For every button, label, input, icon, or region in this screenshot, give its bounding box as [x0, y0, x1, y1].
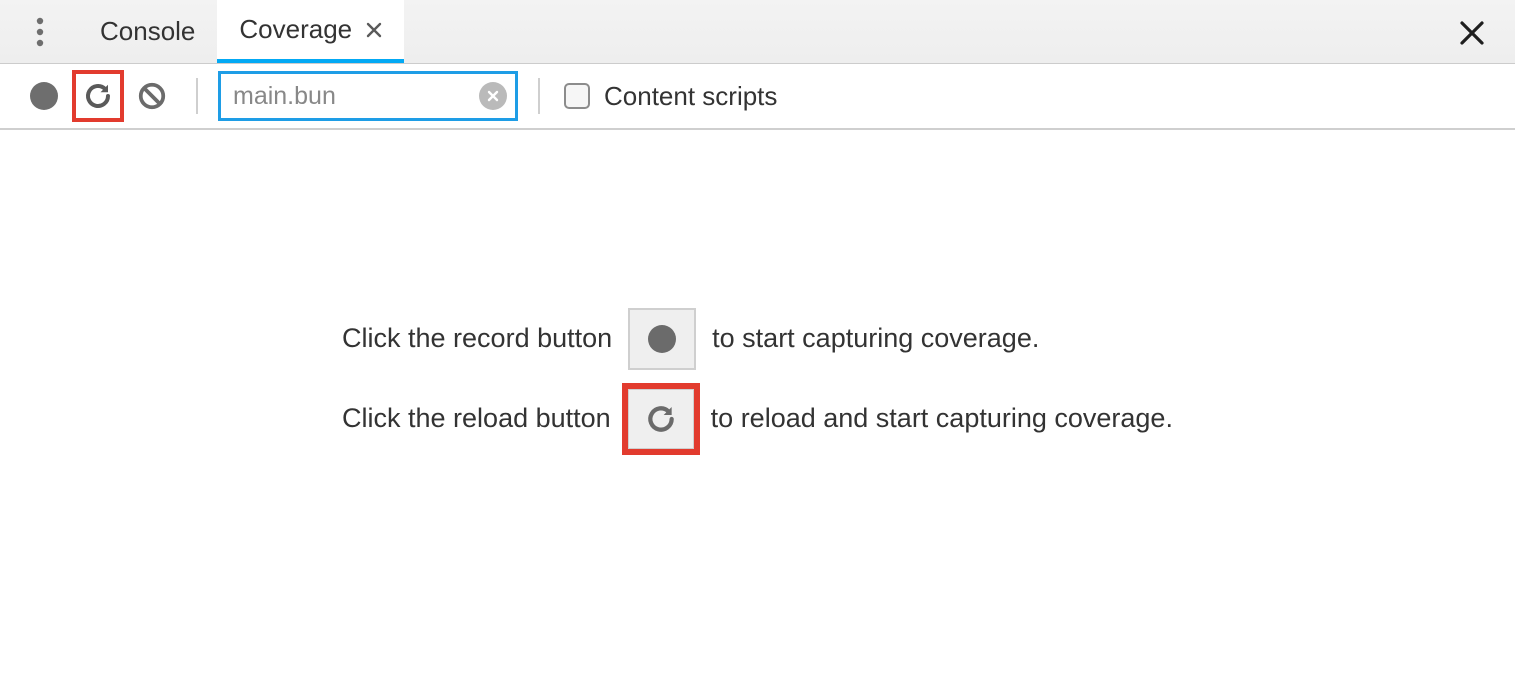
reload-icon	[645, 403, 677, 435]
toolbar-divider	[196, 78, 198, 114]
hint-text: to start capturing coverage.	[712, 320, 1039, 358]
kebab-icon	[36, 17, 44, 47]
hint-text: Click the record button	[342, 320, 612, 358]
coverage-empty-state: Click the record button to start capturi…	[0, 130, 1515, 687]
coverage-hints: Click the record button to start capturi…	[342, 290, 1173, 468]
hint-record-button[interactable]	[628, 308, 696, 370]
hint-text: to reload and start capturing coverage.	[711, 400, 1173, 438]
hint-reload-button[interactable]	[627, 388, 695, 450]
hint-text: Click the reload button	[342, 400, 611, 438]
content-scripts-checkbox[interactable]	[564, 83, 590, 109]
record-icon	[30, 82, 58, 110]
clear-filter-button[interactable]	[479, 82, 507, 110]
close-icon	[366, 22, 382, 38]
record-button[interactable]	[20, 72, 68, 120]
more-tabs-button[interactable]	[20, 12, 60, 52]
content-scripts-label: Content scripts	[604, 81, 777, 112]
reload-icon	[83, 81, 113, 111]
tab-label: Coverage	[239, 14, 352, 45]
content-scripts-option: Content scripts	[564, 81, 777, 112]
toolbar-divider	[538, 78, 540, 114]
ban-icon	[137, 81, 167, 111]
tab-label: Console	[100, 16, 195, 47]
record-icon	[648, 325, 676, 353]
devtools-tab-strip: Console Coverage	[0, 0, 1515, 64]
clear-button[interactable]	[128, 72, 176, 120]
reload-button[interactable]	[72, 70, 124, 122]
close-panel-button[interactable]	[1453, 14, 1491, 52]
url-filter-wrap	[218, 71, 518, 121]
tab-coverage[interactable]: Coverage	[217, 0, 404, 63]
tab-close-button[interactable]	[366, 22, 382, 38]
hint-reload-row: Click the reload button to reload and st…	[342, 388, 1173, 450]
url-filter-input[interactable]	[233, 82, 471, 111]
tab-console[interactable]: Console	[78, 0, 217, 63]
close-icon	[486, 89, 500, 103]
close-icon	[1459, 20, 1485, 46]
hint-record-row: Click the record button to start capturi…	[342, 308, 1173, 370]
coverage-toolbar: Content scripts	[0, 64, 1515, 130]
